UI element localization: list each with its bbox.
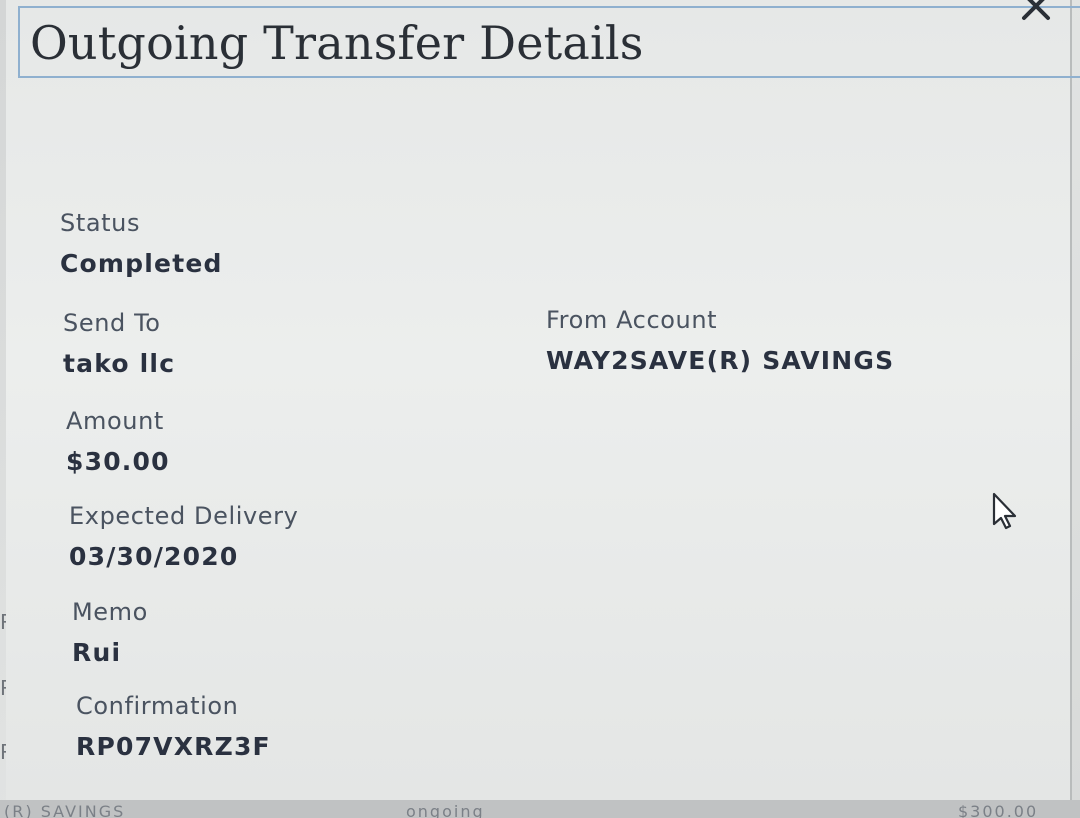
confirmation-field: Confirmation RP07VXRZ3F [76,691,271,763]
dialog-title: Outgoing Transfer Details [30,16,644,70]
from-account-label: From Account [546,306,718,334]
send-to-field: Send To tako llc [63,308,175,380]
expected-delivery-value: 03/30/2020 [69,542,239,571]
amount-label: Amount [66,407,164,435]
background-account-text: (R) SAVINGS [4,802,126,818]
amount-field: Amount $30.00 [66,406,170,478]
send-to-value: tako llc [63,349,176,378]
memo-field: Memo Rui [72,597,148,669]
screen: R R R Outgoing Transfer Details Status C… [0,0,1080,818]
background-amount-text: $300.00 [958,802,1039,818]
status-value: Completed [60,249,223,278]
send-to-label: Send To [63,309,161,337]
from-account-value: WAY2SAVE(R) SAVINGS [546,346,895,375]
dialog-header: Outgoing Transfer Details [18,6,1080,78]
transfer-details-dialog: Outgoing Transfer Details Status Complet… [6,0,1080,800]
amount-value: $30.00 [66,447,170,476]
memo-value: Rui [72,638,122,667]
confirmation-value: RP07VXRZ3F [76,732,271,761]
memo-label: Memo [72,598,148,626]
mouse-pointer-icon [988,490,1022,532]
background-status-text: ongoing [406,802,485,818]
expected-delivery-field: Expected Delivery 03/30/2020 [69,501,298,573]
background-transaction-row: (R) SAVINGS ongoing $300.00 [0,800,1080,818]
expected-delivery-label: Expected Delivery [69,502,299,530]
from-account-field: From Account WAY2SAVE(R) SAVINGS [546,305,894,377]
status-label: Status [60,209,141,237]
confirmation-label: Confirmation [76,692,239,720]
close-icon [1022,0,1050,20]
status-field: Status Completed [60,208,223,280]
close-button[interactable] [1016,0,1056,26]
